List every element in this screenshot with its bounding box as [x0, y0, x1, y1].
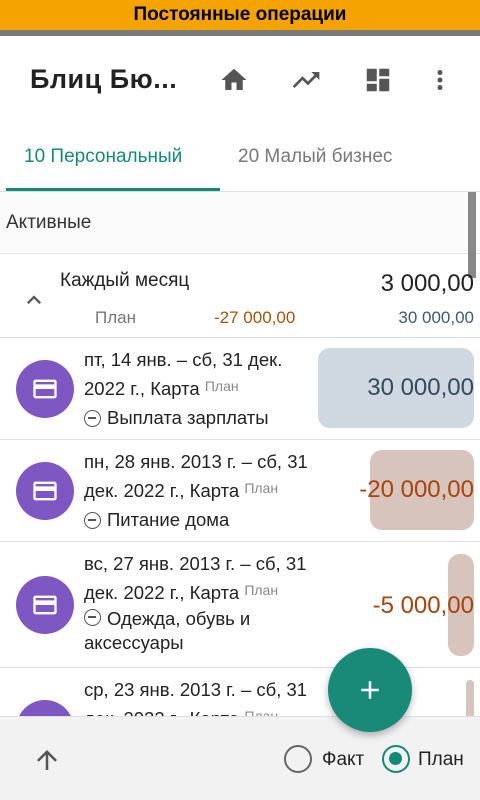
category: Одежда, обувь и аксессуары: [84, 608, 251, 653]
tab-personal[interactable]: 10 Персональный: [24, 146, 182, 168]
category: Выплата зарплаты: [107, 407, 269, 428]
date-range: вс, 27 янв. 2013 г. – сб, 31: [84, 553, 307, 574]
minus-circle-icon: [84, 609, 101, 626]
minus-circle-icon: [84, 410, 101, 427]
fact-label: Факт: [322, 749, 365, 770]
plan-tag: План: [244, 480, 279, 496]
app-title: Блиц Бю...: [30, 64, 178, 94]
date-range: ср, 23 янв. 2013 г. – сб, 31: [84, 679, 308, 700]
tab-small-business[interactable]: 20 Малый бизнес: [238, 146, 392, 168]
bottom-bar: Факт План: [0, 716, 480, 800]
credit-card-icon: [16, 700, 74, 716]
tab-bar: 10 Персональный 20 Малый бизнес: [0, 126, 480, 192]
group-income-total: 30 000,00: [398, 308, 474, 327]
group-total: 3 000,00: [380, 270, 474, 297]
plan-tag: План: [244, 708, 279, 716]
amount: 30 000,00: [367, 374, 474, 401]
date-range: пн, 28 янв. 2013 г. – сб, 31: [84, 451, 308, 472]
dashboard-icon[interactable]: [362, 64, 394, 96]
credit-card-icon: [16, 576, 74, 634]
screen-title-banner: Постоянные операции: [0, 0, 480, 30]
list-item[interactable]: -20 000,00 пн, 28 янв. 2013 г. – сб, 31 …: [0, 440, 480, 542]
plan-tag: План: [244, 582, 279, 598]
chevron-up-icon[interactable]: [20, 286, 48, 314]
date-account: дек. 2022 г., Карта: [84, 708, 239, 716]
arrow-up-icon[interactable]: [32, 745, 62, 775]
fact-radio[interactable]: [284, 745, 312, 773]
row-details: ср, 23 янв. 2013 г. – сб, 31 дек. 2022 г…: [84, 675, 354, 716]
date-account: дек. 2022 г., Карта: [84, 582, 240, 603]
amount: -5 000,00: [372, 592, 474, 619]
minus-circle-icon: [84, 512, 101, 529]
plus-icon: [361, 681, 379, 699]
amount: -20 000,00: [359, 476, 474, 503]
tab-indicator: [6, 188, 220, 191]
row-details: пт, 14 янв. – сб, 31 дек. 2022 г., Карта…: [84, 345, 349, 434]
date-range: пт, 14 янв. – сб, 31 дек.: [84, 349, 283, 370]
category: Питание дома: [107, 509, 230, 530]
credit-card-icon: [16, 462, 74, 520]
row-details: пн, 28 янв. 2013 г. – сб, 31 дек. 2022 г…: [84, 447, 349, 536]
banner-text: Постоянные операции: [133, 4, 347, 25]
date-account: 2022 г., Карта: [84, 378, 200, 399]
section-header: Активные: [0, 192, 480, 254]
app-bar: Блиц Бю...: [0, 36, 480, 126]
add-button[interactable]: [328, 648, 412, 732]
trending-up-icon[interactable]: [290, 64, 322, 96]
list-item[interactable]: 30 000,00 пт, 14 янв. – сб, 31 дек. 2022…: [0, 338, 480, 440]
credit-card-icon: [16, 360, 74, 418]
plan-tag: План: [204, 378, 239, 394]
list-item[interactable]: -5 000,00 вс, 27 янв. 2013 г. – сб, 31 д…: [0, 542, 480, 668]
plan-label: План: [418, 749, 464, 770]
plan-radio[interactable]: [382, 745, 410, 773]
more-vert-icon[interactable]: [424, 64, 456, 96]
group-expense-total: -27 000,00: [214, 308, 296, 327]
home-icon[interactable]: [218, 64, 250, 96]
row-details: вс, 27 янв. 2013 г. – сб, 31 дек. 2022 г…: [84, 549, 324, 655]
group-title: Каждый месяц: [60, 270, 190, 291]
date-account: дек. 2022 г., Карта: [84, 480, 240, 501]
section-label: Активные: [6, 212, 92, 233]
amount-bar: [466, 680, 474, 716]
group-plan-label: План: [95, 308, 136, 327]
group-header[interactable]: Каждый месяц 3 000,00 План -27 000,00 30…: [0, 262, 480, 338]
